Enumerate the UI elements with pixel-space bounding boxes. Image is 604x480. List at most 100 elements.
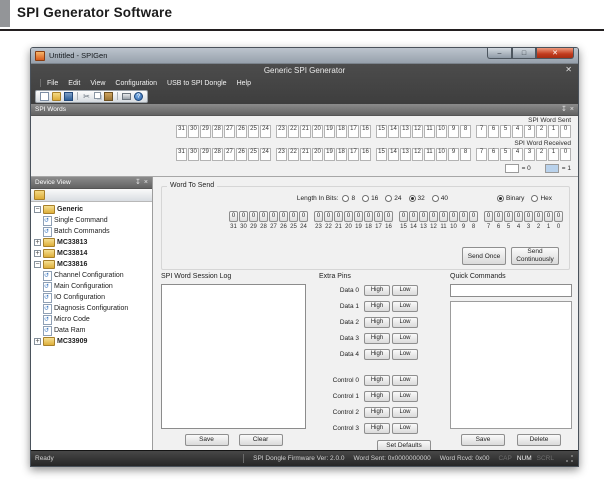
send-once-button[interactable]: Send Once (462, 247, 506, 265)
bit-toggle-button[interactable]: 0 (439, 211, 448, 222)
bit-toggle-button[interactable]: 0 (259, 211, 268, 222)
bit-toggle-button[interactable]: 0 (344, 211, 353, 222)
bit-toggle-button[interactable]: 0 (299, 211, 308, 222)
maximize-button[interactable]: □ (512, 48, 536, 59)
quick-save-button[interactable]: Save (461, 434, 505, 446)
close-button[interactable]: ✕ (536, 48, 574, 59)
copy-icon[interactable] (94, 92, 101, 99)
format-hex-radio[interactable]: Hex (531, 195, 552, 202)
quick-delete-button[interactable]: Delete (517, 434, 561, 446)
bit-toggle-button[interactable]: 0 (429, 211, 438, 222)
bit-toggle-button[interactable]: 0 (419, 211, 428, 222)
bit-toggle-button[interactable]: 0 (459, 211, 468, 222)
pin-low-button[interactable]: Low (392, 423, 418, 434)
bit-toggle-button[interactable]: 0 (534, 211, 543, 222)
pin-high-button[interactable]: High (364, 301, 390, 312)
pin-low-button[interactable]: Low (392, 285, 418, 296)
bit-toggle-button[interactable]: 0 (289, 211, 298, 222)
menu-file[interactable]: File (47, 80, 58, 87)
pin-icon[interactable]: ↧ (135, 178, 141, 187)
bit-toggle-button[interactable]: 0 (494, 211, 503, 222)
pin-low-button[interactable]: Low (392, 317, 418, 328)
tree-item-batch-commands[interactable]: Batch Commands (31, 226, 152, 237)
device-view-folder-icon[interactable] (34, 190, 45, 200)
new-document-icon[interactable] (40, 92, 49, 101)
pin-icon[interactable]: ↧ (561, 105, 567, 114)
tree-expander-icon[interactable] (34, 261, 41, 268)
mdi-close-icon[interactable]: ✕ (565, 65, 572, 75)
quick-commands-list[interactable] (450, 301, 572, 429)
spi-words-panel-header[interactable]: SPI Words ↧ × (31, 104, 578, 116)
pin-high-button[interactable]: High (364, 317, 390, 328)
paste-icon[interactable] (104, 92, 113, 101)
bit-toggle-button[interactable]: 0 (469, 211, 478, 222)
tree-item-mc33909[interactable]: MC33909 (31, 336, 152, 347)
pin-low-button[interactable]: Low (392, 301, 418, 312)
bit-toggle-button[interactable]: 0 (269, 211, 278, 222)
length-40-radio[interactable]: 40 (432, 195, 448, 202)
session-log-textarea[interactable] (161, 284, 306, 429)
tree-item-generic[interactable]: Generic (31, 204, 152, 215)
menu-view[interactable]: View (90, 80, 105, 87)
tree-item-main-configuration[interactable]: Main Configuration (31, 281, 152, 292)
tree-item-io-configuration[interactable]: IO Configuration (31, 292, 152, 303)
bit-toggle-button[interactable]: 0 (544, 211, 553, 222)
close-icon[interactable]: × (144, 178, 148, 187)
pin-low-button[interactable]: Low (392, 391, 418, 402)
pin-low-button[interactable]: Low (392, 333, 418, 344)
bit-toggle-button[interactable]: 0 (279, 211, 288, 222)
bit-toggle-button[interactable]: 0 (399, 211, 408, 222)
send-continuously-button[interactable]: Send Continuously (511, 247, 559, 265)
open-folder-icon[interactable] (52, 92, 61, 101)
pin-low-button[interactable]: Low (392, 407, 418, 418)
tree-expander-icon[interactable] (34, 206, 41, 213)
menu-edit[interactable]: Edit (68, 80, 80, 87)
bit-toggle-button[interactable]: 0 (374, 211, 383, 222)
bit-toggle-button[interactable]: 0 (484, 211, 493, 222)
bit-toggle-button[interactable]: 0 (504, 211, 513, 222)
bit-toggle-button[interactable]: 0 (524, 211, 533, 222)
length-32-radio[interactable]: 32 (409, 195, 425, 202)
pin-high-button[interactable]: High (364, 349, 390, 360)
tree-item-channel-configuration[interactable]: Channel Configuration (31, 270, 152, 281)
bit-toggle-button[interactable]: 0 (314, 211, 323, 222)
save-icon[interactable] (64, 92, 73, 101)
bit-toggle-button[interactable]: 0 (384, 211, 393, 222)
tree-item-mc33813[interactable]: MC33813 (31, 237, 152, 248)
quick-command-input[interactable] (450, 284, 572, 297)
format-binary-radio[interactable]: Binary (497, 195, 524, 202)
minimize-button[interactable]: – (487, 48, 512, 59)
close-icon[interactable]: × (570, 105, 574, 114)
menu-configuration[interactable]: Configuration (115, 80, 157, 87)
log-save-button[interactable]: Save (185, 434, 229, 446)
length-16-radio[interactable]: 16 (362, 195, 378, 202)
bit-toggle-button[interactable]: 0 (229, 211, 238, 222)
pin-high-button[interactable]: High (364, 423, 390, 434)
pin-high-button[interactable]: High (364, 407, 390, 418)
tree-expander-icon[interactable] (34, 338, 41, 345)
pin-low-button[interactable]: Low (392, 349, 418, 360)
length-8-radio[interactable]: 8 (342, 195, 355, 202)
tree-item-single-command[interactable]: Single Command (31, 215, 152, 226)
bit-toggle-button[interactable]: 0 (239, 211, 248, 222)
resize-grip[interactable] (565, 454, 574, 463)
bit-toggle-button[interactable]: 0 (449, 211, 458, 222)
pin-high-button[interactable]: High (364, 391, 390, 402)
bit-toggle-button[interactable]: 0 (354, 211, 363, 222)
cut-icon[interactable]: ✂ (82, 92, 91, 101)
bit-toggle-button[interactable]: 0 (554, 211, 563, 222)
bit-toggle-button[interactable]: 0 (364, 211, 373, 222)
menu-help[interactable]: Help (237, 80, 251, 87)
help-icon[interactable]: ? (134, 92, 143, 101)
log-clear-button[interactable]: Clear (239, 434, 283, 446)
bit-toggle-button[interactable]: 0 (514, 211, 523, 222)
tree-item-mc33814[interactable]: MC33814 (31, 248, 152, 259)
bit-toggle-button[interactable]: 0 (324, 211, 333, 222)
tree-item-micro-code[interactable]: Micro Code (31, 314, 152, 325)
bit-toggle-button[interactable]: 0 (409, 211, 418, 222)
pin-low-button[interactable]: Low (392, 375, 418, 386)
tree-expander-icon[interactable] (34, 239, 41, 246)
print-icon[interactable] (122, 93, 131, 100)
tree-item-mc33816[interactable]: MC33816 (31, 259, 152, 270)
tree-item-diagnosis-configuration[interactable]: Diagnosis Configuration (31, 303, 152, 314)
